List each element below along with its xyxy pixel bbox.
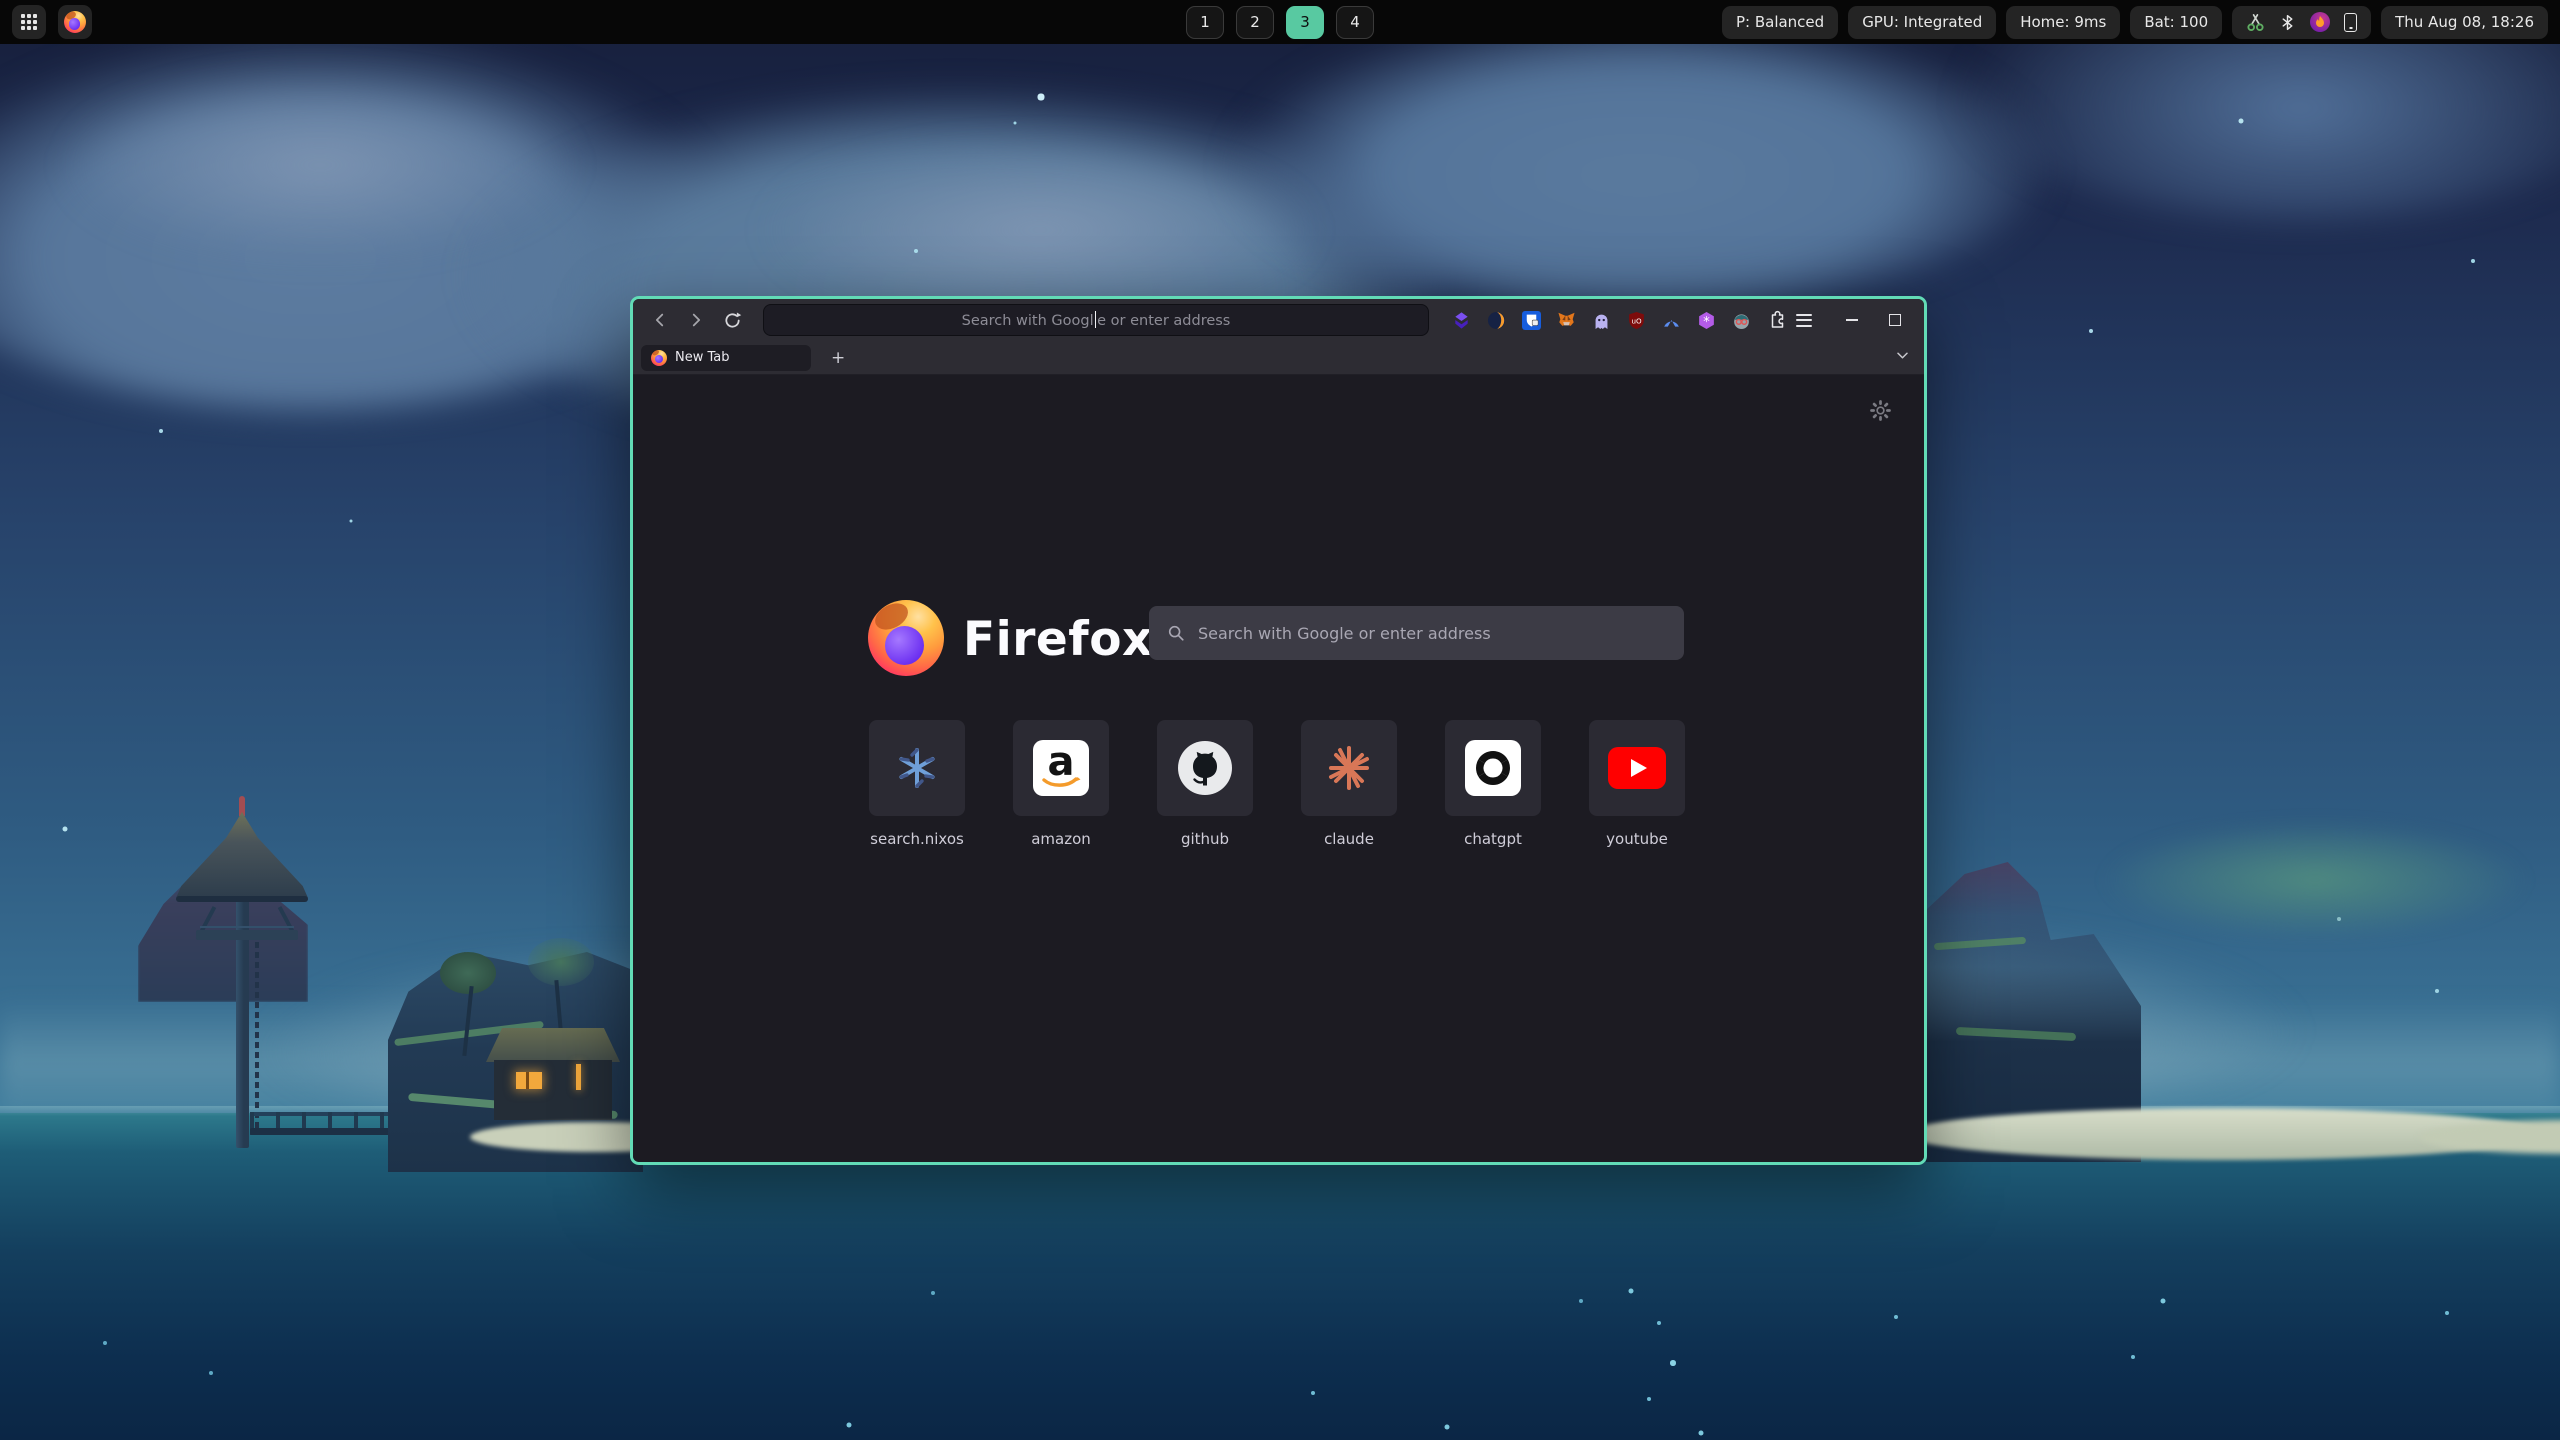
newtab-search-bar[interactable]: Search with Google or enter address	[1149, 606, 1684, 660]
newtab-page: Firefox Search with Google or enter addr…	[633, 375, 1924, 1162]
bitwarden-extension-icon[interactable]	[1521, 310, 1541, 330]
beach-hut	[494, 1028, 612, 1132]
clock-pill[interactable]: Thu Aug 08, 18:26	[2381, 6, 2548, 39]
search-icon	[1167, 624, 1185, 642]
reload-button[interactable]	[717, 305, 747, 335]
shortcut-chatgpt[interactable]: chatgpt	[1445, 720, 1541, 848]
shortcut-amazon[interactable]: a amazon	[1013, 720, 1109, 848]
horizon-cloud	[2100, 820, 2530, 940]
address-placeholder-suffix: e or enter address	[1097, 313, 1230, 329]
tab-new-tab[interactable]: New Tab	[641, 345, 811, 371]
metamask-fox-extension-icon[interactable]	[1556, 310, 1576, 330]
chatgpt-icon	[1465, 740, 1521, 796]
shortcut-tiles: search.nixos a amazon	[869, 720, 1685, 848]
cloud-highlight	[60, 70, 580, 260]
ghostery-extension-icon[interactable]	[1591, 310, 1611, 330]
extensions-puzzle-icon[interactable]	[1766, 310, 1786, 330]
firefox-launcher-button[interactable]	[58, 5, 92, 39]
shortcut-search-nixos[interactable]: search.nixos	[869, 720, 965, 848]
workspace-2[interactable]: 2	[1236, 6, 1274, 39]
nightly-flame-icon[interactable]	[2310, 12, 2330, 32]
workspace-3-active[interactable]: 3	[1286, 6, 1324, 39]
system-tray	[2232, 6, 2371, 39]
firefox-logo	[868, 600, 944, 676]
address-placeholder-prefix: Search with Googl	[962, 313, 1094, 329]
claude-starburst-icon	[1323, 742, 1375, 794]
youtube-icon	[1608, 747, 1666, 789]
tab-bar: New Tab +	[633, 341, 1924, 375]
tab-title: New Tab	[675, 350, 730, 365]
vpn-arc-extension-icon[interactable]	[1661, 310, 1681, 330]
glowing-window	[516, 1072, 542, 1089]
extension-toolbar: uO *	[1451, 310, 1786, 330]
palm-tree	[440, 952, 496, 994]
shortcut-label: youtube	[1606, 830, 1668, 848]
shortcut-youtube[interactable]: youtube	[1589, 720, 1685, 848]
workspace-switcher: 1 2 3 4	[1186, 6, 1374, 39]
hex-asterisk-extension-icon[interactable]: *	[1696, 310, 1716, 330]
back-button[interactable]	[645, 305, 675, 335]
navigation-toolbar: Search with Google or enter address	[633, 299, 1924, 341]
ublock-origin-extension-icon[interactable]: uO	[1626, 310, 1646, 330]
maximize-button[interactable]	[1887, 312, 1903, 328]
github-octocat-icon	[1176, 739, 1234, 797]
nixos-snowflake-icon	[890, 741, 944, 795]
firefox-favicon	[651, 350, 667, 366]
phone-icon[interactable]	[2344, 13, 2357, 32]
shortcut-label: github	[1181, 830, 1229, 848]
text-caret	[1095, 311, 1097, 328]
shortcut-label: chatgpt	[1464, 830, 1522, 848]
workspace-4[interactable]: 4	[1336, 6, 1374, 39]
glowing-window	[576, 1064, 581, 1090]
layers-extension-icon[interactable]	[1451, 310, 1471, 330]
palm-tree	[528, 938, 594, 986]
shortcut-label: search.nixos	[870, 830, 964, 848]
top-status-bar: 1 2 3 4 P: Balanced GPU: Integrated Home…	[0, 0, 2560, 44]
app-grid-icon	[21, 14, 37, 30]
firefox-window: Search with Google or enter address	[630, 296, 1927, 1165]
dark-crescent-extension-icon[interactable]	[1486, 310, 1506, 330]
power-profile-pill[interactable]: P: Balanced	[1722, 6, 1838, 39]
list-all-tabs-chevron-icon[interactable]	[1895, 348, 1910, 367]
window-controls: ✕	[1844, 312, 1927, 328]
latency-pill[interactable]: Home: 9ms	[2006, 6, 2120, 39]
shortcut-label: amazon	[1031, 830, 1091, 848]
cloud	[1230, 10, 2050, 310]
app-menu-button[interactable]	[1792, 310, 1816, 331]
svg-text:uO: uO	[1631, 316, 1642, 325]
shortcut-claude[interactable]: claude	[1301, 720, 1397, 848]
minimize-button[interactable]	[1844, 312, 1860, 328]
shortcut-label: claude	[1324, 830, 1374, 848]
new-tab-button[interactable]: +	[825, 348, 851, 368]
address-bar[interactable]: Search with Google or enter address	[763, 304, 1429, 336]
workspace-1[interactable]: 1	[1186, 6, 1224, 39]
forward-button[interactable]	[681, 305, 711, 335]
shortcut-github[interactable]: github	[1157, 720, 1253, 848]
firefox-icon	[64, 11, 86, 33]
cloud-highlight	[760, 140, 1320, 320]
newtab-search-placeholder: Search with Google or enter address	[1198, 624, 1491, 643]
app-launcher-button[interactable]	[12, 5, 46, 39]
bluetooth-icon[interactable]	[2279, 14, 2296, 31]
disguise-face-extension-icon[interactable]	[1731, 310, 1751, 330]
screenshot-scissors-icon[interactable]	[2246, 13, 2265, 32]
svg-text:*: *	[1703, 314, 1710, 329]
amazon-icon: a	[1033, 740, 1089, 796]
personalize-gear-icon[interactable]	[1869, 399, 1892, 426]
launcher-group	[12, 5, 92, 39]
status-group: P: Balanced GPU: Integrated Home: 9ms Ba…	[1722, 6, 2548, 39]
battery-pill[interactable]: Bat: 100	[2130, 6, 2222, 39]
gpu-pill[interactable]: GPU: Integrated	[1848, 6, 1996, 39]
firefox-wordmark: Firefox	[963, 612, 1153, 667]
